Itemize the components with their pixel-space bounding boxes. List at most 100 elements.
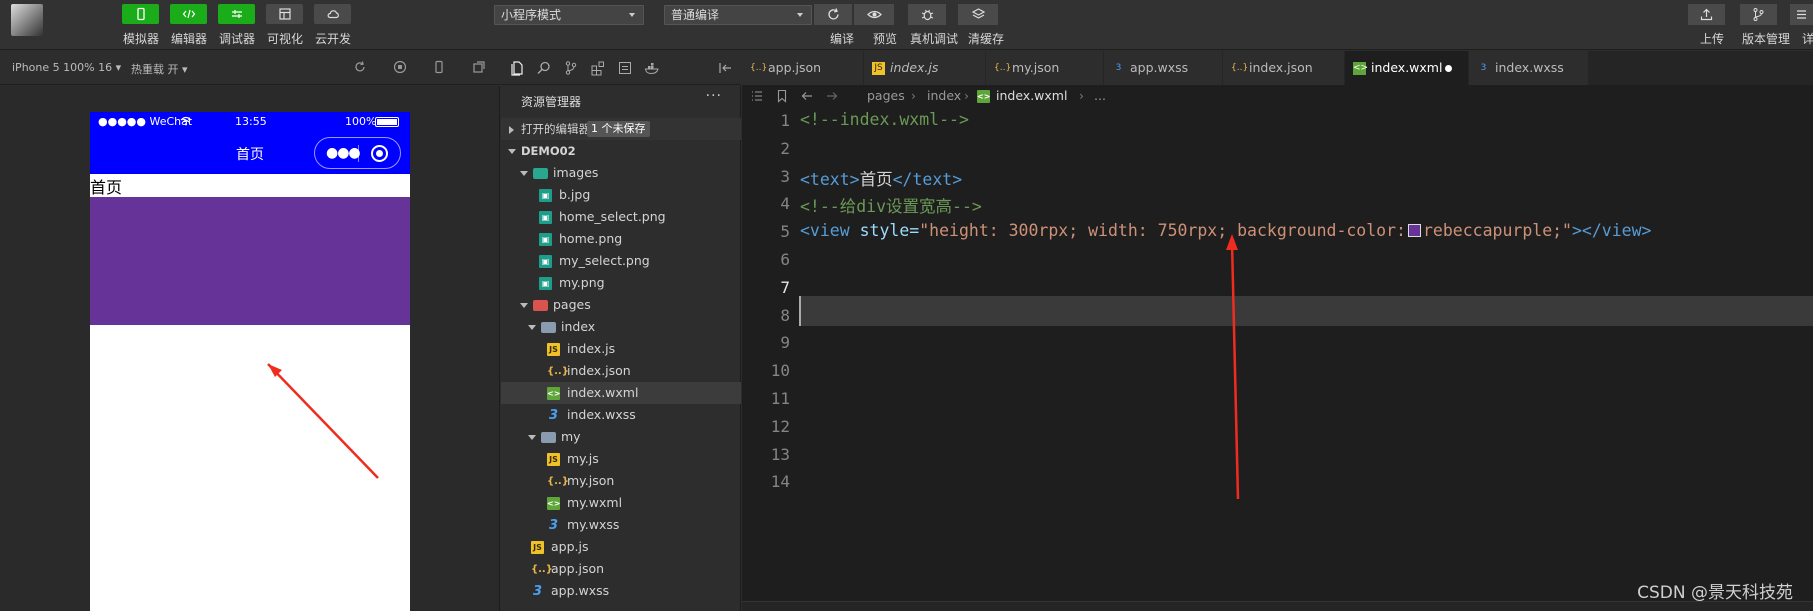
mode-select[interactable]: 小程序模式	[494, 5, 644, 25]
clear-cache-button[interactable]	[958, 4, 998, 25]
tab-app-json[interactable]: {..} app.json	[742, 51, 864, 85]
preview-button[interactable]	[854, 4, 894, 25]
open-editors-section[interactable]: 打开的编辑器 1 个未保存	[501, 118, 741, 140]
popout-icon[interactable]	[472, 60, 486, 74]
code-editor[interactable]: 1 2 3 4 5 6 7 8 9 10 11 12 13 14 <!--index.wxml--> <t…	[742, 107, 1813, 611]
cloud-icon	[327, 10, 339, 19]
tree-file[interactable]: {..} my.json	[501, 470, 741, 492]
compile-select[interactable]: 普通编译	[664, 5, 812, 25]
tree-file[interactable]: JS index.js	[501, 338, 741, 360]
debugger-label: 调试器	[218, 32, 255, 46]
breadcrumb-file[interactable]: index.wxml	[996, 85, 1067, 107]
hot-reload-select[interactable]: 热重载 开 ▾	[131, 61, 188, 77]
tree-item-label: my.png	[559, 275, 605, 290]
bookmark-icon[interactable]	[775, 89, 789, 103]
back-arrow-icon[interactable]	[800, 89, 814, 103]
tab-index-wxml[interactable]: <> index.wxml	[1345, 51, 1469, 85]
wxss-file-icon: 3	[1480, 63, 1487, 73]
simulator-panel: ●●●●● WeChat 13:55 100% 首页 ●●● 首页	[0, 86, 500, 611]
refresh-icon	[827, 8, 839, 20]
files-icon[interactable]	[509, 60, 525, 76]
tab-app-wxss[interactable]: 3 app.wxss	[1104, 51, 1223, 85]
line-number: 4	[780, 194, 790, 214]
tab-index-json[interactable]: {..} index.json	[1223, 51, 1345, 85]
battery-icon	[375, 117, 399, 127]
real-device-debug-button[interactable]	[908, 4, 946, 25]
js-file-icon: JS	[547, 453, 560, 466]
docker-icon[interactable]	[644, 60, 660, 76]
tree-file[interactable]: JS my.js	[501, 448, 741, 470]
tree-file[interactable]: <> my.wxml	[501, 492, 741, 514]
user-avatar[interactable]	[11, 4, 43, 36]
tree-file[interactable]: ▣ my_select.png	[501, 250, 741, 272]
image-file-icon: ▣	[539, 233, 552, 246]
code-line-1: <!--index.wxml-->	[800, 110, 969, 129]
mini-program-capsule: ●●●	[314, 137, 401, 169]
tree-file[interactable]: JS app.js	[501, 536, 741, 558]
tree-file[interactable]: ▣ b.jpg	[501, 184, 741, 206]
refresh-icon[interactable]	[353, 60, 367, 74]
cloud-dev-button[interactable]	[314, 4, 351, 24]
collapse-panel-icon[interactable]	[717, 60, 733, 76]
details-button[interactable]	[1790, 4, 1813, 25]
extensions-icon[interactable]	[590, 60, 606, 76]
tree-folder[interactable]: my	[501, 426, 741, 448]
line-number: 5	[780, 222, 790, 242]
close-miniprogram-icon[interactable]	[371, 145, 388, 162]
tree-file[interactable]: {..} index.json	[501, 360, 741, 382]
breadcrumb-pages[interactable]: pages	[867, 85, 905, 107]
mode-select-value: 小程序模式	[501, 8, 562, 22]
source-control-icon[interactable]	[563, 60, 579, 76]
unsaved-dot-icon[interactable]	[1445, 65, 1452, 72]
phone-nav-bar: 首页 ●●●	[90, 132, 410, 174]
device-model-select[interactable]: iPhone 5 100% 16 ▾	[12, 61, 121, 74]
tab-index-wxss[interactable]: 3 index.wxss	[1469, 51, 1589, 85]
tree-file[interactable]: 3 my.wxss	[501, 514, 741, 536]
phone-screen[interactable]: ●●●●● WeChat 13:55 100% 首页 ●●● 首页	[90, 112, 410, 611]
search-icon[interactable]	[536, 60, 552, 76]
devtools-window: 模拟器 编辑器 调试器 可视化 云开发 小程序模式 普通编译 编译 预览 真机调…	[0, 0, 1813, 611]
tree-file[interactable]: ▣ home_select.png	[501, 206, 741, 228]
image-file-icon: ▣	[539, 277, 552, 290]
editor-toggle-button[interactable]	[170, 4, 207, 24]
upload-button[interactable]	[1688, 4, 1725, 25]
tree-file[interactable]: ▣ home.png	[501, 228, 741, 250]
simulator-toggle-button[interactable]	[122, 4, 159, 24]
forward-arrow-icon[interactable]	[825, 89, 839, 103]
capsule-divider	[358, 145, 359, 162]
phone-icon[interactable]	[432, 60, 446, 74]
wxss-file-icon: 3	[548, 518, 559, 533]
outline-icon[interactable]	[750, 89, 764, 103]
line-number: 6	[780, 250, 790, 269]
tree-file[interactable]: ▣ my.png	[501, 272, 741, 294]
debugger-toggle-button[interactable]	[218, 4, 255, 24]
color-swatch[interactable]	[1407, 224, 1421, 237]
image-file-icon: ▣	[539, 189, 552, 202]
version-control-button[interactable]	[1740, 4, 1777, 25]
js-file-icon: JS	[547, 343, 560, 356]
tree-folder[interactable]: index	[501, 316, 741, 338]
tab-index-js[interactable]: JS index.js	[864, 51, 986, 85]
storage-icon[interactable]	[617, 60, 633, 76]
tree-file[interactable]: {..} app.json	[501, 558, 741, 580]
tree-item-label: my.wxss	[567, 517, 620, 532]
tree-folder[interactable]: images	[501, 162, 741, 184]
more-actions-icon[interactable]: ···	[706, 88, 722, 104]
compile-button[interactable]	[814, 4, 852, 25]
bug-icon	[921, 9, 933, 21]
folder-icon	[533, 300, 548, 311]
tree-file[interactable]: 3 index.wxss	[501, 404, 741, 426]
wxss-file-icon: 3	[548, 408, 559, 423]
tree-file[interactable]: <> index.wxml	[501, 382, 741, 404]
tab-my-json[interactable]: {..} my.json	[986, 51, 1104, 85]
breadcrumb-more[interactable]: ...	[1094, 85, 1106, 107]
tree-file[interactable]: 3 app.wxss	[501, 580, 741, 602]
project-root[interactable]: DEMO02	[501, 140, 741, 162]
tree-item-label: app.wxss	[551, 583, 610, 598]
stop-icon[interactable]	[393, 60, 407, 74]
visual-toggle-button[interactable]	[266, 4, 303, 24]
breadcrumb-index[interactable]: index	[927, 85, 961, 107]
more-dots-icon[interactable]: ●●●	[326, 146, 361, 160]
code-line-5: <view style="height: 300rpx; width: 750r…	[800, 221, 1652, 240]
tree-folder[interactable]: pages	[501, 294, 741, 316]
